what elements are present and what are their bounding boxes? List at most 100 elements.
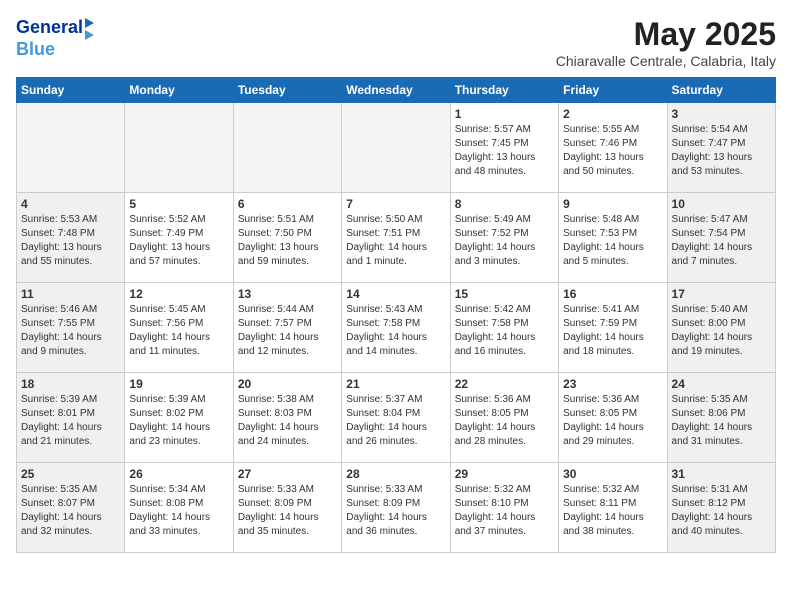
day-number: 27 <box>238 467 337 481</box>
day-number: 23 <box>563 377 662 391</box>
weekday-header-thursday: Thursday <box>450 78 558 103</box>
calendar-cell: 16 Sunrise: 5:41 AMSunset: 7:59 PMDayligh… <box>559 283 667 373</box>
calendar-cell: 11Sunrise: 5:46 AMSunset: 7:55 PMDayligh… <box>17 283 125 373</box>
day-number: 20 <box>238 377 337 391</box>
day-info: Sunrise: 5:55 AMSunset: 7:46 PMDaylight:… <box>563 123 662 179</box>
calendar-week-5: 25 Sunrise: 5:35 AMSunset: 8:07 PMDayligh… <box>17 463 776 553</box>
day-number: 31 <box>672 467 771 481</box>
calendar-cell <box>342 103 450 193</box>
calendar-cell: 28Sunrise: 5:33 AMSunset: 8:09 PMDayligh… <box>342 463 450 553</box>
day-info: Sunrise: 5:38 AMSunset: 8:03 PMDaylight:… <box>238 393 337 449</box>
day-info: Sunrise: 5:40 AMSunset: 8:00 PMDaylight:… <box>672 303 771 359</box>
calendar-cell: 12Sunrise: 5:45 AMSunset: 7:56 PMDayligh… <box>125 283 233 373</box>
day-info: Sunrise: 5:31 AMSunset: 8:12 PMDaylight:… <box>672 483 771 539</box>
weekday-header-monday: Monday <box>125 78 233 103</box>
day-info: Sunrise: 5:33 AMSunset: 8:09 PMDaylight:… <box>346 483 445 539</box>
day-info: Sunrise: 5:48 AMSunset: 7:53 PMDaylight:… <box>563 213 662 269</box>
day-info: Sunrise: 5:52 AMSunset: 7:49 PMDaylight:… <box>129 213 228 269</box>
day-number: 9 <box>563 197 662 211</box>
logo-text-general: General <box>16 18 83 38</box>
day-number: 24 <box>672 377 771 391</box>
calendar-cell: 18 Sunrise: 5:39 AMSunset: 8:01 PMDayligh… <box>17 373 125 463</box>
page-header: General Blue May 2025 Chiaravalle Centra… <box>16 16 776 69</box>
calendar-cell: 13 Sunrise: 5:44 AMSunset: 7:57 PMDayligh… <box>233 283 341 373</box>
day-number: 18 <box>21 377 120 391</box>
day-info: Sunrise: 5:35 AMSunset: 8:07 PMDaylight:… <box>21 483 120 539</box>
calendar-cell: 8Sunrise: 5:49 AMSunset: 7:52 PMDaylight… <box>450 193 558 283</box>
calendar-cell: 29 Sunrise: 5:32 AMSunset: 8:10 PMDayligh… <box>450 463 558 553</box>
weekday-header-friday: Friday <box>559 78 667 103</box>
calendar-week-1: 1Sunrise: 5:57 AMSunset: 7:45 PMDaylight… <box>17 103 776 193</box>
day-number: 7 <box>346 197 445 211</box>
day-info: Sunrise: 5:36 AMSunset: 8:05 PMDaylight:… <box>455 393 554 449</box>
day-info: Sunrise: 5:42 AMSunset: 7:58 PMDaylight:… <box>455 303 554 359</box>
day-info: Sunrise: 5:37 AMSunset: 8:04 PMDaylight:… <box>346 393 445 449</box>
title-block: May 2025 Chiaravalle Centrale, Calabria,… <box>556 16 776 69</box>
calendar-cell: 26Sunrise: 5:34 AMSunset: 8:08 PMDayligh… <box>125 463 233 553</box>
weekday-header-saturday: Saturday <box>667 78 775 103</box>
calendar-cell: 20 Sunrise: 5:38 AMSunset: 8:03 PMDayligh… <box>233 373 341 463</box>
calendar-cell: 2 Sunrise: 5:55 AMSunset: 7:46 PMDaylight… <box>559 103 667 193</box>
day-number: 12 <box>129 287 228 301</box>
day-info: Sunrise: 5:32 AMSunset: 8:10 PMDaylight:… <box>455 483 554 539</box>
calendar-cell: 31 Sunrise: 5:31 AMSunset: 8:12 PMDayligh… <box>667 463 775 553</box>
day-number: 15 <box>455 287 554 301</box>
day-info: Sunrise: 5:50 AMSunset: 7:51 PMDaylight:… <box>346 213 445 269</box>
day-number: 14 <box>346 287 445 301</box>
day-info: Sunrise: 5:44 AMSunset: 7:57 PMDaylight:… <box>238 303 337 359</box>
day-number: 17 <box>672 287 771 301</box>
calendar-cell: 15 Sunrise: 5:42 AMSunset: 7:58 PMDayligh… <box>450 283 558 373</box>
day-number: 21 <box>346 377 445 391</box>
calendar-cell: 24 Sunrise: 5:35 AMSunset: 8:06 PMDayligh… <box>667 373 775 463</box>
calendar-cell: 30 Sunrise: 5:32 AMSunset: 8:11 PMDayligh… <box>559 463 667 553</box>
day-info: Sunrise: 5:39 AMSunset: 8:02 PMDaylight:… <box>129 393 228 449</box>
day-number: 29 <box>455 467 554 481</box>
calendar-cell <box>125 103 233 193</box>
day-info: Sunrise: 5:46 AMSunset: 7:55 PMDaylight:… <box>21 303 120 359</box>
day-number: 16 <box>563 287 662 301</box>
day-number: 30 <box>563 467 662 481</box>
day-info: Sunrise: 5:33 AMSunset: 8:09 PMDaylight:… <box>238 483 337 539</box>
calendar-cell: 19Sunrise: 5:39 AMSunset: 8:02 PMDayligh… <box>125 373 233 463</box>
calendar-week-4: 18 Sunrise: 5:39 AMSunset: 8:01 PMDayligh… <box>17 373 776 463</box>
day-info: Sunrise: 5:53 AMSunset: 7:48 PMDaylight:… <box>21 213 120 269</box>
day-info: Sunrise: 5:34 AMSunset: 8:08 PMDaylight:… <box>129 483 228 539</box>
calendar-cell: 6 Sunrise: 5:51 AMSunset: 7:50 PMDaylight… <box>233 193 341 283</box>
month-title: May 2025 <box>556 16 776 53</box>
day-number: 5 <box>129 197 228 211</box>
weekday-header-tuesday: Tuesday <box>233 78 341 103</box>
calendar-cell: 14 Sunrise: 5:43 AMSunset: 7:58 PMDayligh… <box>342 283 450 373</box>
calendar-cell: 22 Sunrise: 5:36 AMSunset: 8:05 PMDayligh… <box>450 373 558 463</box>
day-info: Sunrise: 5:36 AMSunset: 8:05 PMDaylight:… <box>563 393 662 449</box>
calendar-cell: 7 Sunrise: 5:50 AMSunset: 7:51 PMDaylight… <box>342 193 450 283</box>
calendar-cell: 25 Sunrise: 5:35 AMSunset: 8:07 PMDayligh… <box>17 463 125 553</box>
calendar-week-2: 4 Sunrise: 5:53 AMSunset: 7:48 PMDaylight… <box>17 193 776 283</box>
day-number: 6 <box>238 197 337 211</box>
calendar-cell: 17 Sunrise: 5:40 AMSunset: 8:00 PMDayligh… <box>667 283 775 373</box>
day-info: Sunrise: 5:43 AMSunset: 7:58 PMDaylight:… <box>346 303 445 359</box>
calendar-cell: 21 Sunrise: 5:37 AMSunset: 8:04 PMDayligh… <box>342 373 450 463</box>
day-number: 10 <box>672 197 771 211</box>
day-number: 13 <box>238 287 337 301</box>
calendar-week-3: 11Sunrise: 5:46 AMSunset: 7:55 PMDayligh… <box>17 283 776 373</box>
day-info: Sunrise: 5:51 AMSunset: 7:50 PMDaylight:… <box>238 213 337 269</box>
calendar-cell: 5 Sunrise: 5:52 AMSunset: 7:49 PMDaylight… <box>125 193 233 283</box>
day-info: Sunrise: 5:47 AMSunset: 7:54 PMDaylight:… <box>672 213 771 269</box>
calendar-cell <box>233 103 341 193</box>
day-info: Sunrise: 5:41 AMSunset: 7:59 PMDaylight:… <box>563 303 662 359</box>
day-number: 22 <box>455 377 554 391</box>
day-info: Sunrise: 5:54 AMSunset: 7:47 PMDaylight:… <box>672 123 771 179</box>
calendar-table: SundayMondayTuesdayWednesdayThursdayFrid… <box>16 77 776 553</box>
day-number: 2 <box>563 107 662 121</box>
day-info: Sunrise: 5:57 AMSunset: 7:45 PMDaylight:… <box>455 123 554 179</box>
day-info: Sunrise: 5:39 AMSunset: 8:01 PMDaylight:… <box>21 393 120 449</box>
weekday-header-wednesday: Wednesday <box>342 78 450 103</box>
day-number: 25 <box>21 467 120 481</box>
weekday-header-sunday: Sunday <box>17 78 125 103</box>
logo: General Blue <box>16 16 94 60</box>
day-info: Sunrise: 5:35 AMSunset: 8:06 PMDaylight:… <box>672 393 771 449</box>
calendar-cell: 10 Sunrise: 5:47 AMSunset: 7:54 PMDayligh… <box>667 193 775 283</box>
calendar-cell: 3Sunrise: 5:54 AMSunset: 7:47 PMDaylight… <box>667 103 775 193</box>
day-number: 4 <box>21 197 120 211</box>
day-info: Sunrise: 5:32 AMSunset: 8:11 PMDaylight:… <box>563 483 662 539</box>
